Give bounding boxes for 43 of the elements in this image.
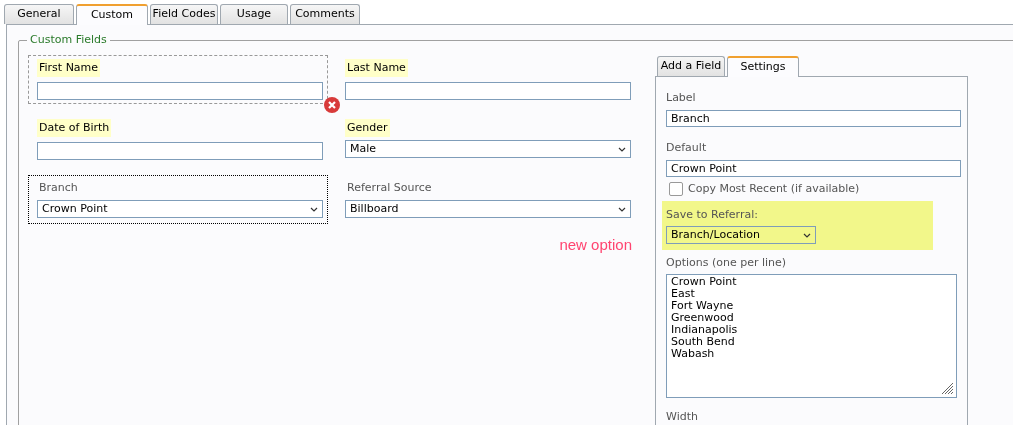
- field-container[interactable]: First Name: [28, 55, 328, 104]
- referral-dropdown[interactable]: Branch/Location: [666, 226, 816, 244]
- field-label: Branch: [38, 180, 79, 196]
- field-label: Last Name: [345, 59, 408, 77]
- annotation-text: new option: [558, 235, 633, 255]
- chevron-down-icon: [803, 232, 811, 238]
- width-caption: Width: [666, 410, 699, 424]
- tab[interactable]: Comments: [290, 4, 360, 24]
- tab[interactable]: Add a Field: [657, 56, 725, 76]
- checkbox[interactable]: [669, 182, 683, 196]
- field-container[interactable]: Last Name: [336, 55, 636, 104]
- default-caption: Default: [666, 140, 708, 155]
- field-container[interactable]: Gender Male: [336, 115, 636, 164]
- tab[interactable]: Field Codes: [150, 4, 218, 24]
- tab[interactable]: Usage: [220, 4, 288, 24]
- field-container[interactable]: Branch Crown Point: [28, 175, 328, 224]
- tab[interactable]: Settings: [727, 56, 799, 77]
- chevron-down-icon: [310, 206, 318, 212]
- checkbox-label: Copy Most Recent (if available): [688, 180, 860, 197]
- field-container[interactable]: Date of Birth: [28, 115, 328, 164]
- text-field[interactable]: [37, 141, 323, 160]
- dropdown[interactable]: Male: [345, 140, 631, 158]
- dropdown[interactable]: Crown Point: [37, 200, 323, 218]
- remove-icon[interactable]: [324, 97, 340, 113]
- text-field[interactable]: [345, 81, 631, 100]
- options-caption: Options (one per line): [666, 256, 788, 270]
- text-field[interactable]: [37, 81, 323, 100]
- chevron-down-icon: [618, 206, 626, 212]
- field-label: Gender: [345, 119, 390, 137]
- field-label: First Name: [37, 59, 101, 77]
- save-to-referral-caption: Save to Referral:: [666, 208, 759, 222]
- options-textarea[interactable]: Crown Point East Fort Wayne Greenwood Indianapolis South Bend Wabash: [666, 274, 957, 398]
- dropdown[interactable]: Billboard: [345, 200, 631, 218]
- field-label: Date of Birth: [37, 119, 112, 137]
- tab[interactable]: General: [4, 4, 74, 24]
- label-caption: Label: [666, 91, 697, 105]
- chevron-down-icon: [618, 146, 626, 152]
- default-field[interactable]: Crown Point: [666, 159, 961, 177]
- field-container[interactable]: Referral Source Billboard: [336, 175, 636, 224]
- tab[interactable]: Custom: [76, 4, 148, 25]
- resize-grip-icon[interactable]: [942, 383, 954, 395]
- label-field[interactable]: Branch: [666, 110, 961, 127]
- field-label: Referral Source: [346, 180, 433, 196]
